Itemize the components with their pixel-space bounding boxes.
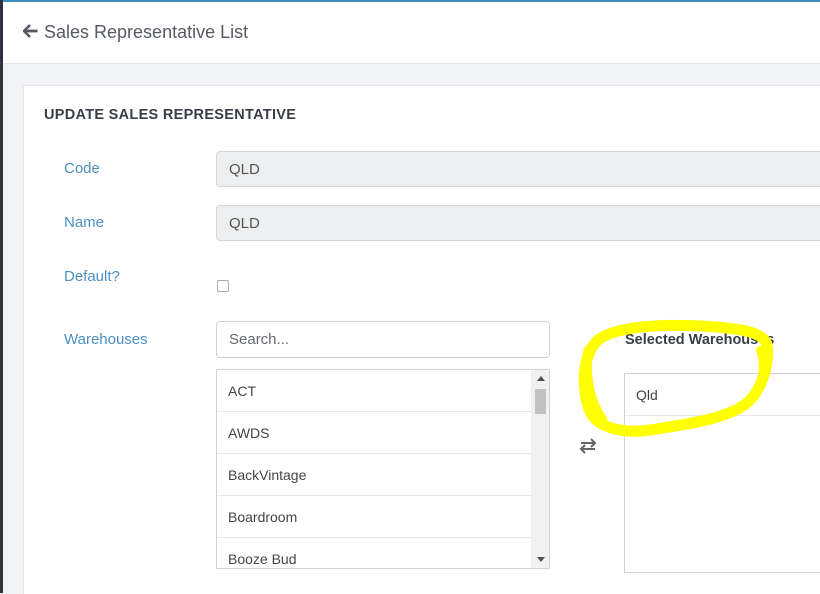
arrow-left-icon [22, 22, 44, 43]
list-item[interactable]: BackVintage [217, 454, 533, 496]
form-title: UPDATE SALES REPRESENTATIVE [44, 107, 297, 123]
scroll-down-arrow-icon[interactable] [532, 551, 549, 568]
name-label: Name [64, 214, 105, 231]
default-label: Default? [64, 268, 120, 285]
update-form-card: UPDATE SALES REPRESENTATIVE Code QLD Nam… [23, 85, 820, 594]
selected-warehouses-list[interactable]: Qld [624, 373, 820, 573]
default-checkbox[interactable] [217, 280, 229, 292]
page-header: Sales Representative List [3, 2, 820, 64]
transfer-arrows-icon[interactable] [579, 438, 597, 459]
list-item[interactable]: Booze Bud [217, 538, 533, 568]
warehouse-search-input[interactable] [216, 321, 550, 358]
code-field: QLD [216, 151, 820, 187]
scroll-thumb[interactable] [535, 389, 546, 414]
available-warehouses-list[interactable]: ACT AWDS BackVintage Boardroom Booze Bud [216, 369, 550, 569]
list-item[interactable]: AWDS [217, 412, 533, 454]
list-item[interactable]: Boardroom [217, 496, 533, 538]
name-value: QLD [229, 214, 260, 232]
page-title: Sales Representative List [44, 22, 249, 42]
selected-warehouses-title: Selected Warehouses [625, 332, 775, 348]
code-label: Code [64, 160, 100, 177]
warehouses-label: Warehouses [64, 331, 148, 348]
back-link[interactable]: Sales Representative List [22, 22, 249, 43]
code-value: QLD [229, 160, 260, 178]
left-sidebar-edge [0, 0, 3, 593]
list-item[interactable]: ACT [217, 370, 533, 412]
list-scrollbar[interactable] [531, 370, 549, 568]
selected-list-item[interactable]: Qld [625, 374, 820, 416]
scroll-up-arrow-icon[interactable] [532, 370, 549, 387]
name-field: QLD [216, 205, 820, 241]
